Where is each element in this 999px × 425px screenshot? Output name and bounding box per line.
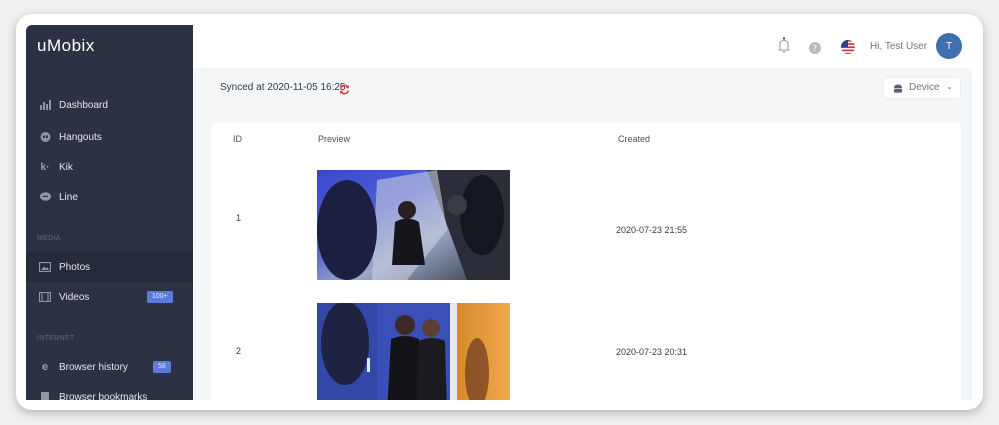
sidebar-item-label: Videos [59, 291, 90, 303]
sidebar-item-label: Kik [59, 161, 73, 173]
kik-icon: k· [40, 161, 50, 173]
svg-text:?: ? [813, 44, 817, 53]
avatar[interactable]: T [936, 33, 962, 59]
videos-icon [39, 292, 51, 302]
browser-history-count-badge: 58 [153, 361, 171, 373]
line-chat-icon [39, 192, 51, 202]
android-icon [893, 83, 903, 97]
app-logo[interactable]: uMobix [37, 36, 95, 56]
bookmark-icon [39, 391, 51, 400]
us-flag-icon[interactable] [841, 40, 855, 59]
device-dropdown[interactable]: Device ⌄ [883, 77, 961, 99]
sidebar-item-videos[interactable]: Videos 100+ [26, 282, 193, 312]
photos-icon [39, 262, 51, 272]
row-id: 2 [236, 346, 242, 356]
hangouts-icon [39, 131, 51, 142]
bar-chart-icon [39, 100, 51, 110]
help-icon[interactable]: ? [809, 41, 821, 59]
photo-thumbnail[interactable] [317, 170, 510, 280]
sidebar-item-browser-history[interactable]: e Browser history 58 [26, 352, 193, 382]
photo-thumbnail[interactable] [317, 303, 510, 400]
sidebar-item-label: Line [59, 191, 78, 203]
chevron-down-icon: ⌄ [946, 82, 953, 91]
sidebar-item-label: Browser bookmarks [59, 391, 148, 401]
row-created-date: 2020-07-23 21:55 [616, 225, 688, 235]
sidebar-item-browser-bookmarks[interactable]: Browser bookmarks [26, 382, 193, 400]
sidebar: uMobix Dashboard Hangouts k· Kik Line ME… [26, 25, 193, 400]
section-media: MEDIA [37, 235, 61, 242]
top-bar: ? Hi, Test User T [193, 25, 972, 68]
refresh-icon[interactable] [339, 82, 350, 100]
section-internet: INTERNET [37, 335, 75, 342]
sidebar-item-label: Hangouts [59, 131, 102, 143]
sidebar-item-hangouts[interactable]: Hangouts [26, 122, 193, 152]
videos-count-badge: 100+ [147, 291, 173, 303]
column-header-created: Created [618, 134, 651, 144]
sidebar-item-kik[interactable]: k· Kik [26, 152, 193, 182]
row-id: 1 [236, 213, 242, 223]
sidebar-item-photos[interactable]: Photos [26, 252, 193, 282]
sync-status-text: Synced at 2020-11-05 16:25 [220, 82, 346, 93]
sidebar-item-line[interactable]: Line [26, 182, 193, 212]
row-created-date: 2020-07-23 20:31 [616, 347, 688, 357]
sidebar-item-label: Browser history [59, 361, 128, 373]
sidebar-item-label: Dashboard [59, 99, 108, 111]
sidebar-item-label: Photos [59, 261, 91, 273]
sync-bar: Synced at 2020-11-05 16:25 Device ⌄ [193, 68, 972, 106]
photos-table-card: ID Preview Created 1 2020-07-23 21:55 2 … [211, 123, 961, 400]
user-greeting[interactable]: Hi, Test User [870, 41, 927, 52]
browser-icon: e [41, 361, 49, 373]
sidebar-item-dashboard[interactable]: Dashboard [26, 90, 193, 120]
device-label: Device [909, 82, 940, 93]
bell-icon[interactable] [777, 37, 791, 58]
column-header-preview: Preview [318, 134, 351, 144]
column-header-id: ID [233, 134, 242, 144]
app-window: uMobix Dashboard Hangouts k· Kik Line ME… [26, 25, 972, 400]
